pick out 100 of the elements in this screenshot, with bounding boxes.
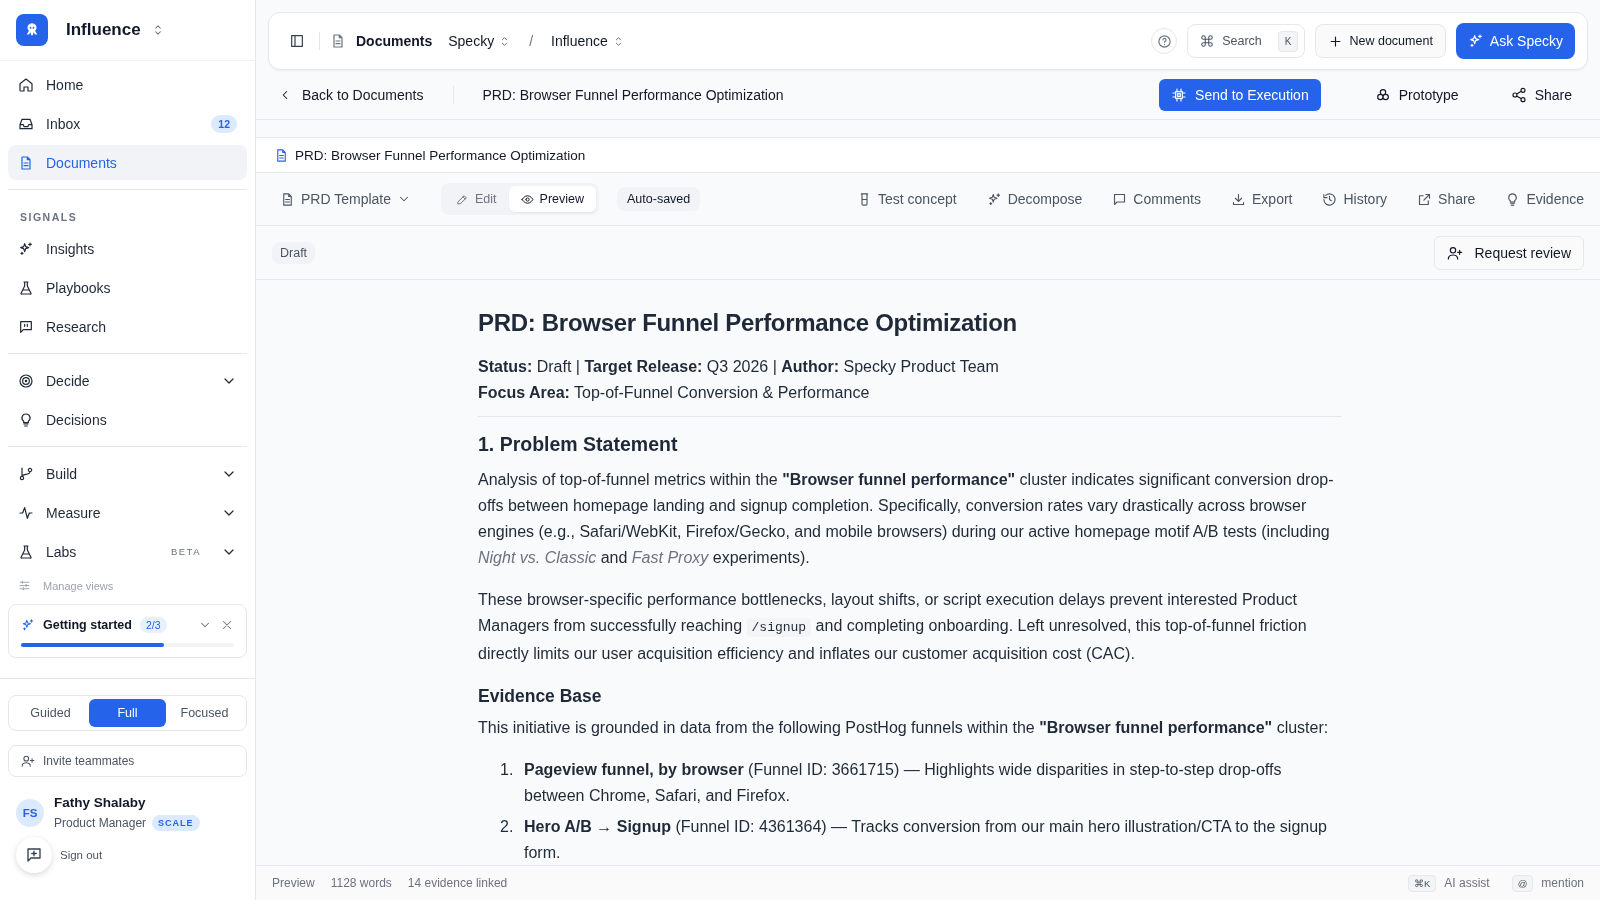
view-mode-option[interactable]: Full: [89, 699, 166, 727]
mode-tab[interactable]: Preview: [508, 186, 597, 212]
subsection-heading: Evidence Base: [478, 685, 603, 708]
user-role: Product Manager: [54, 816, 147, 830]
search-button[interactable]: Search K: [1187, 24, 1306, 58]
nav-item[interactable]: Documents: [8, 145, 247, 180]
list-item-text: Hero A/B → Signup (Funnel ID: 4361364) — Tracks conversion from our main hero illustration/CTA to the signup form.: [524, 817, 1328, 863]
command-icon: [1200, 34, 1215, 48]
document-title: PRD: Browser Funnel Performance Optimization: [295, 147, 586, 163]
sign-out-link[interactable]: Sign out: [60, 849, 103, 861]
list-number: 1.: [500, 760, 515, 780]
lightbulb-icon: [18, 411, 34, 428]
toolbar-button[interactable]: Comments: [1112, 191, 1201, 207]
sparkle-icon: [21, 618, 35, 632]
toolbar-button[interactable]: Decompose: [986, 191, 1083, 207]
plus-icon: [1328, 33, 1344, 49]
breadcrumb-switcher[interactable]: Influence: [551, 33, 625, 49]
new-document-button[interactable]: New document: [1315, 24, 1446, 58]
branch-icon: [18, 465, 34, 482]
breadcrumb-link[interactable]: Documents: [356, 33, 433, 49]
shortcut-key: K: [1277, 30, 1299, 52]
nav-label: Documents: [46, 154, 118, 171]
nav-label: Home: [46, 76, 85, 93]
nav-label: Research: [46, 318, 107, 335]
nav-label: Measure: [46, 504, 102, 521]
share-icon: [1510, 86, 1527, 103]
nav-item[interactable]: Playbooks: [8, 270, 247, 305]
nav-item[interactable]: Build: [8, 456, 247, 491]
progress-count: 2/3: [139, 617, 167, 633]
invite-teammates-button[interactable]: Invite teammates: [8, 745, 247, 777]
metadata-line: Focus Area: Top-of-Funnel Conversion & Performance: [478, 383, 871, 403]
document-icon: [280, 191, 295, 207]
back-link[interactable]: Back to Documents: [278, 86, 424, 103]
nav-label: Inbox: [46, 115, 82, 132]
logo-icon[interactable]: [16, 14, 48, 46]
toolbar-button[interactable]: Test concept: [857, 191, 957, 207]
footer-stat: 1128 words: [330, 876, 392, 890]
feedback-button[interactable]: [16, 837, 52, 873]
template-dropdown[interactable]: PRD Template: [280, 191, 411, 207]
nav-item[interactable]: Home: [8, 67, 247, 102]
mode-tab[interactable]: Edit: [444, 186, 509, 212]
paragraph: These browser-specific performance bottlenecks, layout shifts, or script execution delays prevent interested Product Managers from successfully reaching /signup and completing onboarding. Left unresolved, this top-of-funnel friction directly limits our user acquisition efficiency and inflates our customer acquisition cost (CAC).: [478, 590, 1308, 664]
document-heading: PRD: Browser Funnel Performance Optimization: [478, 310, 1018, 336]
pencil-icon: [456, 192, 469, 206]
shortcut-label: AI assist: [1444, 876, 1490, 890]
workspace-switcher[interactable]: Influence: [66, 20, 141, 40]
user-avatar[interactable]: FS: [16, 799, 44, 827]
nav-item[interactable]: Decisions: [8, 402, 247, 437]
toolbar-button[interactable]: Export: [1231, 191, 1293, 207]
ask-specky-button[interactable]: Ask Specky: [1455, 23, 1575, 59]
user-plus-icon: [21, 754, 35, 768]
toolbar-button[interactable]: History: [1322, 191, 1388, 207]
user-plus-icon: [1446, 244, 1463, 261]
paragraph: Analysis of top-of-funnel metrics within the "Browser funnel performance" cluster indicates significant conversion drop-offs between homepage landing and signup completion. Specifically, conversion rates vary drastically across browser engines (e.g., Safari/WebKit, Firefox/Gecko, and mobile browsers) during our active homepage motif A/B tests (including Night vs. Classic and Fast Proxy experiments).: [478, 470, 1335, 568]
view-mode-option[interactable]: Focused: [166, 699, 243, 727]
view-mode-option[interactable]: Guided: [12, 699, 89, 727]
nav-item[interactable]: Decide: [8, 363, 247, 398]
external-link-icon: [1417, 191, 1433, 207]
sparkle-icon: [18, 240, 34, 257]
document-icon: [274, 147, 289, 163]
request-review-button[interactable]: Request review: [1433, 235, 1584, 270]
toolbar-button[interactable]: Share: [1417, 191, 1476, 207]
list-item-text: Pageview funnel, by browser (Funnel ID: 3661715) — Highlights wide disparities in step-to-step drop-offs between Chrome, Safari, and Firefox.: [524, 760, 1283, 806]
toolbar-button[interactable]: Evidence: [1505, 191, 1584, 207]
manage-views-label: Manage views: [43, 579, 114, 592]
nav-label: Decide: [46, 372, 91, 389]
breadcrumb-switcher[interactable]: Specky: [448, 33, 512, 49]
action-button[interactable]: Prototype: [1362, 78, 1471, 111]
target-icon: [18, 372, 34, 389]
page-title: PRD: Browser Funnel Performance Optimization: [482, 86, 784, 103]
eye-icon: [520, 192, 534, 206]
home-icon: [18, 76, 34, 93]
beta-tag: BETA: [170, 546, 201, 557]
message-plus-icon: [25, 846, 43, 864]
section-label: SIGNALS: [19, 210, 79, 225]
nav-item[interactable]: Insights: [8, 231, 247, 266]
metadata-line: Status: Draft | Target Release: Q3 2026 | Author: Specky Product Team: [478, 357, 1000, 377]
plan-badge: SCALE: [152, 815, 200, 831]
nav-item[interactable]: Labs BETA: [8, 534, 247, 569]
flask-icon: [18, 279, 34, 296]
sidebar-toggle-icon: [289, 33, 305, 49]
sparkle-icon: [986, 191, 1002, 207]
nav-label: Labs: [46, 543, 78, 560]
download-icon: [1231, 191, 1246, 207]
help-icon: [1156, 33, 1172, 49]
chip-icon: [1171, 86, 1188, 103]
breadcrumb-separator: /: [529, 33, 534, 49]
shortcut-key: ⌘K: [1407, 874, 1437, 892]
action-button[interactable]: Share: [1498, 78, 1584, 111]
user-name: Fathy Shalaby: [54, 795, 147, 810]
sliders-icon: [18, 579, 31, 592]
action-button[interactable]: Send to Execution: [1159, 78, 1321, 111]
history-icon: [1322, 191, 1338, 207]
nav-item[interactable]: Measure: [8, 495, 247, 530]
close-icon: [220, 618, 234, 632]
nav-item[interactable]: Inbox 12: [8, 106, 247, 141]
sparkle-icon: [1467, 33, 1484, 49]
nav-item[interactable]: Research: [8, 309, 247, 344]
document-icon: [18, 154, 34, 171]
paragraph: This initiative is grounded in data from the following PostHog funnels within the "Browser funnel performance" cluster:: [478, 718, 1330, 738]
